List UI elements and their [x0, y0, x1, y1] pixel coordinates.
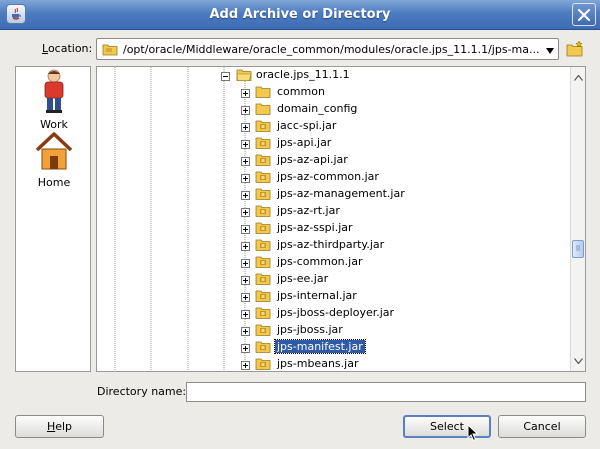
- expand-icon[interactable]: [241, 139, 250, 152]
- scroll-up-icon[interactable]: [574, 71, 583, 84]
- directory-name-input[interactable]: [186, 382, 586, 402]
- tree-item-label: jps-manifest.jar: [274, 339, 366, 354]
- title-bar[interactable]: Add Archive or Directory: [0, 0, 600, 30]
- folder-icon: [255, 85, 271, 102]
- expand-icon[interactable]: [241, 360, 250, 371]
- expand-icon[interactable]: [241, 105, 250, 118]
- expand-icon[interactable]: [241, 343, 250, 356]
- jar-archive-icon: [255, 119, 271, 136]
- shortcut-work-label: Work: [40, 118, 68, 131]
- tree-item-label: jps-az-thirdparty.jar: [277, 238, 385, 251]
- folder-icon: [255, 102, 271, 119]
- tree-scrollbar[interactable]: [570, 67, 585, 371]
- directory-tree[interactable]: oracle.jps_11.1.1 common domain_configjac…: [96, 66, 586, 372]
- tree-item-label: jacc-spi.jar: [277, 119, 337, 132]
- jar-archive-icon: [255, 170, 271, 187]
- expand-icon[interactable]: [241, 275, 250, 288]
- jar-archive-icon: [255, 323, 271, 340]
- tree-item-label: jps-jboss.jar: [277, 323, 343, 336]
- jar-archive-icon: [255, 255, 271, 272]
- close-button[interactable]: [572, 3, 596, 26]
- expand-icon[interactable]: [241, 173, 250, 186]
- home-house-icon: [35, 132, 73, 170]
- tree-item-label: jps-az-sspi.jar: [277, 221, 353, 234]
- shortcuts-panel: Work Home: [15, 66, 91, 372]
- jar-archive-icon: [255, 153, 271, 170]
- tree-node-label: oracle.jps_11.1.1: [256, 68, 350, 81]
- tree-item-label: jps-az-rt.jar: [277, 204, 340, 217]
- shortcut-work[interactable]: Work: [16, 69, 92, 131]
- location-combobox[interactable]: /opt/oracle/Middleware/oracle_common/mod…: [96, 38, 559, 60]
- jar-archive-icon: [255, 238, 271, 255]
- window-title: Add Archive or Directory: [209, 7, 391, 22]
- expand-icon[interactable]: [241, 309, 250, 322]
- tree-item-label: jps-mbeans.jar: [277, 357, 359, 370]
- location-label: Location:: [42, 42, 93, 55]
- location-path: /opt/oracle/Middleware/oracle_common/mod…: [123, 43, 540, 56]
- scrollbar-thumb[interactable]: [572, 240, 584, 258]
- directory-name-label: Directory name:: [97, 385, 187, 398]
- expand-icon[interactable]: [241, 122, 250, 135]
- jar-archive-icon: [255, 289, 271, 306]
- close-icon: [577, 8, 591, 22]
- jar-archive-icon: [255, 187, 271, 204]
- mouse-cursor-icon: [467, 423, 479, 445]
- scroll-down-icon[interactable]: [574, 354, 583, 367]
- chevron-down-icon[interactable]: [545, 45, 555, 58]
- expand-icon[interactable]: [241, 258, 250, 271]
- tree-item-label: jps-jboss-deployer.jar: [277, 306, 395, 319]
- jar-archive-icon: [255, 357, 271, 371]
- tree-item-label: jps-az-api.jar: [277, 153, 348, 166]
- expand-icon[interactable]: [241, 241, 250, 254]
- shortcut-home-label: Home: [37, 176, 71, 189]
- work-person-icon: [44, 69, 64, 113]
- expand-icon[interactable]: [241, 88, 250, 101]
- tree-item-label: jps-internal.jar: [277, 289, 357, 302]
- expand-icon[interactable]: [241, 156, 250, 169]
- expand-icon[interactable]: [241, 224, 250, 237]
- jar-archive-icon: [255, 221, 271, 238]
- tree-item-label: jps-ee.jar: [277, 272, 329, 285]
- tree-item-label: jps-az-common.jar: [277, 170, 379, 183]
- folder-icon: [102, 43, 118, 59]
- jar-archive-icon: [255, 306, 271, 323]
- jar-archive-icon: [255, 204, 271, 221]
- jar-archive-icon: [255, 136, 271, 153]
- jar-archive-icon: [255, 272, 271, 289]
- collapse-icon[interactable]: [221, 71, 230, 84]
- tree-item-label: domain_config: [277, 102, 358, 115]
- tree-item-label: jps-common.jar: [277, 255, 363, 268]
- jar-archive-icon: [255, 340, 271, 357]
- tree-item-label: common: [277, 85, 325, 98]
- new-folder-button[interactable]: [566, 40, 584, 58]
- expand-icon[interactable]: [241, 190, 250, 203]
- tree-item-label: jps-api.jar: [277, 136, 332, 149]
- help-button[interactable]: Help: [15, 415, 104, 438]
- new-folder-icon: [566, 40, 583, 57]
- folder-open-icon: [236, 68, 252, 85]
- cancel-button[interactable]: Cancel: [498, 415, 586, 438]
- expand-icon[interactable]: [241, 207, 250, 220]
- expand-icon[interactable]: [241, 292, 250, 305]
- shortcut-home[interactable]: Home: [16, 131, 92, 189]
- expand-icon[interactable]: [241, 326, 250, 339]
- tree-item-label: jps-az-management.jar: [277, 187, 405, 200]
